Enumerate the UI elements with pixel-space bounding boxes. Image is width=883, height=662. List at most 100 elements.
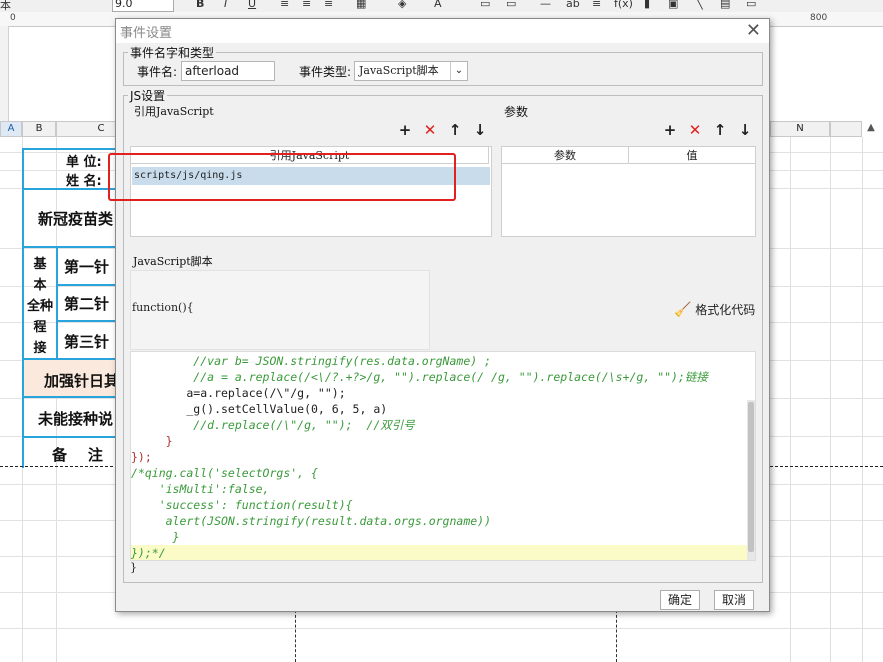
grid-line [0,628,883,629]
chevron-down-icon[interactable]: ⌄ [450,62,467,80]
code-line: //var b= JSON.stringify(res.data.orgName… [131,354,492,368]
delete-param-icon[interactable]: ✕ [686,121,704,139]
dose1-label: 第一针 [64,258,110,276]
event-group-legend: 事件名字和类型 [130,46,215,60]
link-icon[interactable]: ╲ [696,0,703,10]
code-line: 'success': function(result){ [131,498,353,512]
move-up-param-icon[interactable]: ↑ [711,121,729,139]
code-line: //a = a.replace(/<\/?.+?>/g, "").replace… [131,370,708,384]
more-icon[interactable]: ▭ [746,0,756,10]
cancel-button[interactable]: 取消 [714,590,754,610]
ruler-mark-start: 0 [10,13,16,23]
event-type-label: 事件类型: [299,65,352,79]
function-closing-brace: } [130,561,137,574]
cell-border [22,436,117,438]
cell-border [56,320,117,322]
font-size-combo[interactable]: 9.0 [112,0,174,12]
image-icon[interactable]: ▣ [668,0,678,10]
js-script-section-label: JavaScript脚本 [133,255,213,268]
params-section-label: 参数 [504,105,529,119]
cell-border [56,246,58,358]
cell-border [22,148,117,150]
border-icon[interactable]: ▦ [356,0,366,10]
dose3-label: 第三针 [64,333,110,351]
ruler-mark-800: 800 [810,13,828,23]
code-line: a=a.replace(/\"/g, ""); [131,386,346,400]
remark-label: 备 注 [52,446,103,464]
chart-icon[interactable]: ▮ [644,0,650,10]
code-scrollbar-thumb[interactable] [748,402,754,552]
code-line: } [131,530,180,544]
cell-border [22,396,117,398]
move-down-ref-icon[interactable]: ↓ [471,121,489,139]
function-icon[interactable]: f(x) [614,0,633,10]
doc-icon[interactable]: ▤ [720,0,730,10]
page-break-line [616,605,617,662]
vaccine-type-label: 新冠疫苗类 [38,210,114,228]
underline-icon[interactable]: U [248,0,256,10]
js-group-legend: JS设置 [130,89,166,103]
dialog-titlebar[interactable]: 事件设置 ✕ [116,19,769,43]
not-vaccinated-label: 未能接种说 [38,410,114,428]
code-line: 'isMulti':false, [131,482,270,496]
code-line: _g().setCellValue(0, 6, 5, a) [131,402,388,416]
line-icon[interactable]: — [540,0,551,10]
italic-icon[interactable]: I [224,0,227,10]
column-header-a[interactable]: A [0,121,22,137]
unit-label: 单 位: [66,155,102,170]
column-header-n[interactable]: N [770,121,830,137]
split-icon[interactable]: ▭ [506,0,516,10]
name-label: 姓 名: [66,174,102,189]
code-line: } [131,434,173,448]
text-icon[interactable]: ab [566,0,580,10]
add-ref-icon[interactable]: + [396,121,414,139]
column-header-o[interactable] [830,121,862,137]
fill-color-icon[interactable]: ◈ [398,0,406,10]
params-table: 参数 值 [501,146,756,237]
code-line: //d.replace(/\"/g, ""); //双引号 [131,418,415,432]
grid-line [790,137,791,662]
align-right-icon[interactable]: ≡ [324,0,333,10]
close-icon[interactable]: ✕ [746,20,761,41]
cell-border [56,284,117,286]
align-center-icon[interactable]: ≡ [302,0,311,10]
grid-line [862,137,863,662]
vertical-ruler [0,26,9,122]
code-line: }); [131,450,152,464]
scroll-up-icon[interactable]: ▲ [861,120,881,136]
ref-js-column-header[interactable]: 引用JavaScript [131,147,489,164]
column-header-b[interactable]: B [22,121,56,137]
event-name-input[interactable]: afterload [181,61,275,81]
current-line-highlight [131,545,747,560]
code-line: alert(JSON.stringify(result.data.orgs.or… [131,514,492,528]
event-type-value: JavaScript脚本 [359,64,439,77]
function-header-area: function(){ [130,270,430,350]
code-line: /*qing.call('selectOrgs', { [131,466,318,480]
format-code-button[interactable]: 🧹 格式化代码 [674,301,755,318]
font-color-icon[interactable]: A [434,0,442,10]
ref-js-table: 引用JavaScript scripts/js/qing.js [130,146,492,237]
move-down-param-icon[interactable]: ↓ [736,121,754,139]
ok-button[interactable]: 确定 [660,590,700,610]
cell-border [22,148,24,468]
basic-column-label: 基 本 全种 程 接 [26,257,53,356]
bold-icon[interactable]: B [196,0,204,10]
dose2-label: 第二针 [64,295,110,313]
event-settings-dialog: 事件设置 ✕ 事件名字和类型 事件名: afterload 事件类型: Java… [108,18,770,612]
move-up-ref-icon[interactable]: ↑ [446,121,464,139]
wrap-icon[interactable]: ≡ [592,0,601,10]
add-param-icon[interactable]: + [661,121,679,139]
align-left-icon[interactable]: ≡ [280,0,289,10]
event-type-select[interactable]: JavaScript脚本 ⌄ [354,61,468,81]
code-line: });*/ [131,546,166,560]
delete-ref-icon[interactable]: ✕ [421,121,439,139]
format-code-label: 格式化代码 [695,303,756,317]
code-editor[interactable]: //var b= JSON.stringify(res.data.orgName… [130,351,756,561]
ref-js-row[interactable]: scripts/js/qing.js [132,167,490,185]
broom-icon: 🧹 [674,302,692,318]
grid-line [830,137,831,662]
value-column-header[interactable]: 值 [629,147,755,164]
merge-icon[interactable]: ▭ [480,0,490,10]
code-scrollbar[interactable] [747,400,755,560]
param-column-header[interactable]: 参数 [502,147,629,164]
